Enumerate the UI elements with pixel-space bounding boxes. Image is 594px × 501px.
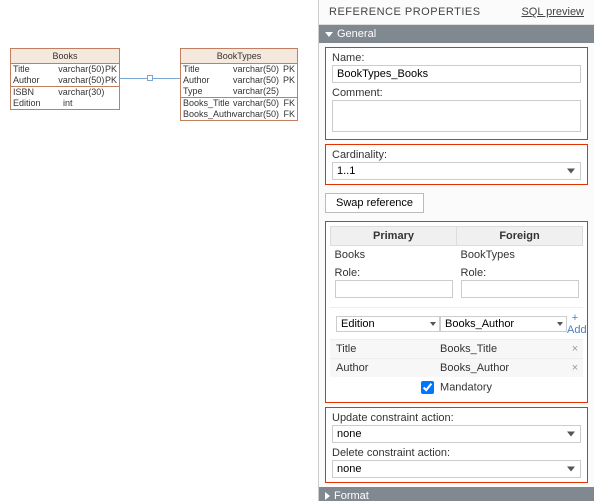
remove-mapping-button[interactable]: × — [567, 343, 583, 355]
column-mapping-group: Primary Foreign Books BookTypes Role: Ro… — [325, 221, 588, 403]
column-mapping-row: AuthorBooks_Author× — [330, 358, 583, 377]
erd-column[interactable]: Titlevarchar(50)PK — [11, 64, 119, 75]
erd-column[interactable]: Typevarchar(25) — [181, 86, 297, 97]
constraint-actions-group: Update constraint action: none Delete co… — [325, 407, 588, 483]
mapping-foreign-col: Books_Title — [440, 343, 567, 355]
mandatory-label: Mandatory — [440, 381, 492, 393]
erd-column[interactable]: Editionint — [11, 98, 119, 109]
erd-column[interactable]: Authorvarchar(50)PK — [181, 75, 297, 86]
relationship-endpoint — [147, 75, 153, 81]
column-mapping-row: TitleBooks_Title× — [330, 339, 583, 358]
section-title: General — [337, 28, 376, 40]
swap-reference-button[interactable]: Swap reference — [325, 193, 424, 213]
add-mapping-link[interactable]: + Add — [567, 312, 587, 336]
role-label: Role: — [461, 267, 579, 279]
name-comment-group: Name: Comment: — [325, 47, 588, 140]
section-title: Format — [334, 490, 369, 501]
erd-column[interactable]: Titlevarchar(50)PK — [181, 64, 297, 75]
erd-table-header: Books — [11, 49, 119, 64]
erd-column[interactable]: ISBNvarchar(30) — [11, 87, 119, 98]
comment-input[interactable] — [332, 100, 581, 132]
cardinality-label: Cardinality: — [332, 149, 581, 161]
update-action-label: Update constraint action: — [332, 412, 581, 424]
erd-column[interactable]: Authorvarchar(50)PK — [11, 75, 119, 86]
comment-label: Comment: — [332, 87, 581, 99]
erd-column[interactable]: Books_Authorvarchar(50)FK — [181, 109, 297, 120]
erd-column[interactable]: Books_Titlevarchar(50)FK — [181, 98, 297, 109]
remove-mapping-button[interactable]: × — [567, 362, 583, 374]
name-input[interactable] — [332, 65, 581, 83]
primary-column-select[interactable]: Edition — [336, 316, 440, 332]
mapping-primary-col: Author — [330, 362, 440, 374]
chevron-right-icon — [325, 492, 330, 500]
delete-action-label: Delete constraint action: — [332, 447, 581, 459]
chevron-down-icon — [325, 32, 333, 37]
delete-action-select[interactable]: none — [332, 460, 581, 478]
sql-preview-link[interactable]: SQL preview — [521, 6, 584, 18]
section-header-general[interactable]: General — [319, 25, 594, 43]
primary-foreign-table: Primary Foreign Books BookTypes Role: Ro… — [330, 226, 583, 301]
primary-role-input[interactable] — [335, 280, 453, 298]
mandatory-checkbox[interactable] — [421, 381, 434, 394]
name-label: Name: — [332, 52, 581, 64]
foreign-column-select[interactable]: Books_Author — [440, 316, 567, 332]
mapping-primary-col: Title — [330, 343, 440, 355]
cardinality-select[interactable]: 1..1 — [332, 162, 581, 180]
role-label: Role: — [335, 267, 453, 279]
erd-table-booktypes[interactable]: BookTypes Titlevarchar(50)PKAuthorvarcha… — [180, 48, 298, 121]
cardinality-group: Cardinality: 1..1 — [325, 144, 588, 185]
primary-header: Primary — [331, 227, 457, 246]
panel-title: REFERENCE PROPERTIES — [329, 6, 481, 18]
primary-table-name: Books — [331, 246, 457, 265]
properties-panel: REFERENCE PROPERTIES SQL preview General… — [318, 0, 594, 501]
mapping-foreign-col: Books_Author — [440, 362, 567, 374]
foreign-role-input[interactable] — [461, 280, 579, 298]
update-action-select[interactable]: none — [332, 425, 581, 443]
panel-header: REFERENCE PROPERTIES SQL preview — [319, 0, 594, 25]
erd-table-books[interactable]: Books Titlevarchar(50)PKAuthorvarchar(50… — [10, 48, 120, 110]
erd-canvas[interactable]: Books Titlevarchar(50)PKAuthorvarchar(50… — [0, 0, 318, 501]
erd-table-header: BookTypes — [181, 49, 297, 64]
section-header-format[interactable]: Format — [319, 487, 594, 501]
foreign-header: Foreign — [457, 227, 583, 246]
foreign-table-name: BookTypes — [457, 246, 583, 265]
mandatory-row: Mandatory — [330, 377, 583, 398]
